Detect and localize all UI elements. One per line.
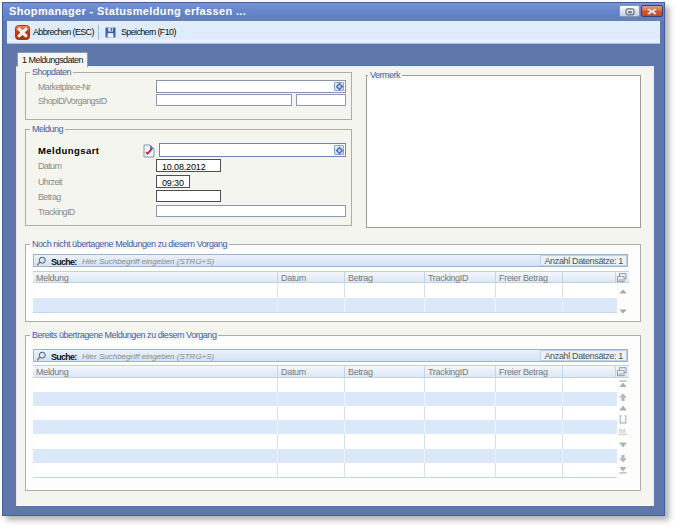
svg-text:IM: IM	[619, 428, 626, 434]
